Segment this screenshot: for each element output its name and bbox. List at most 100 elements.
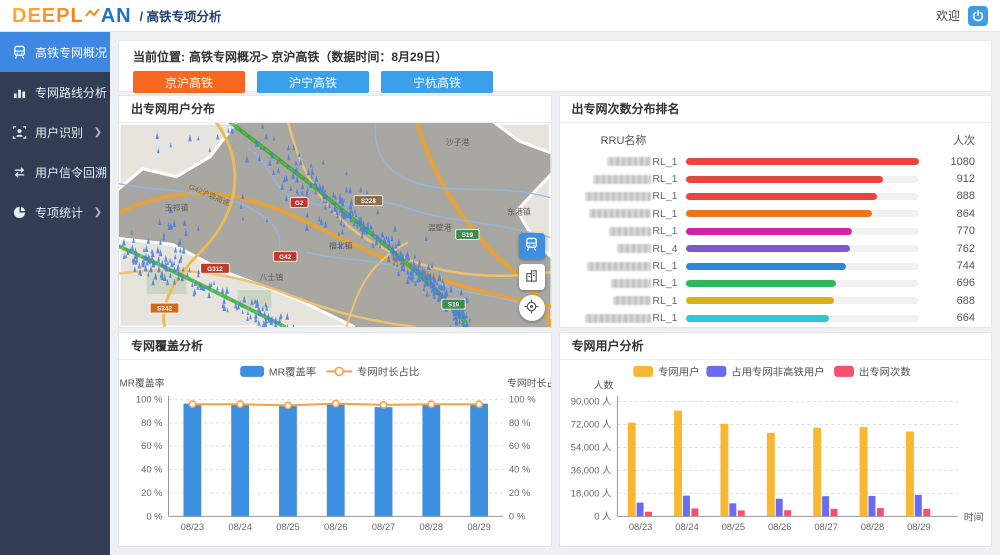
svg-text:36,000 人: 36,000 人 xyxy=(570,464,611,475)
sidebar-item-0[interactable]: 高铁专网概况 xyxy=(0,32,110,72)
svg-text:08/29: 08/29 xyxy=(467,521,491,532)
ranking-row: RL_1888 xyxy=(570,188,976,205)
rank-bar xyxy=(686,176,883,183)
ranking-row: RL_1688 xyxy=(570,292,976,309)
svg-text:0 人: 0 人 xyxy=(594,510,612,521)
ranking-row: RL_1744 xyxy=(570,257,976,274)
page-title: / 高铁专项分析 xyxy=(140,6,222,25)
breadcrumb-path: 高铁专网概况> 京沪高铁（数据时间：8月29日） xyxy=(189,50,447,64)
rail-line-button-2[interactable]: 宁杭高铁 xyxy=(381,71,493,93)
breadcrumb-card: 当前位置:高铁专网概况> 京沪高铁（数据时间：8月29日） 京沪高铁沪宁高铁宁杭… xyxy=(118,40,992,92)
coverage-bar xyxy=(470,404,488,517)
station-layer-button[interactable] xyxy=(519,264,545,290)
sidebar-item-4[interactable]: 专项统计❯ xyxy=(0,192,110,232)
ranking-header-row: RRU名称 人次 xyxy=(570,129,976,151)
svg-text:S228: S228 xyxy=(361,198,376,205)
main-content: 当前位置:高铁专网概况> 京沪高铁（数据时间：8月29日） 京沪高铁沪宁高铁宁杭… xyxy=(110,32,1000,555)
coverage-bar xyxy=(183,404,201,517)
redacted-name xyxy=(613,296,651,305)
users-bar-1 xyxy=(822,496,829,516)
app-logo: DEEPLAN / 高铁专项分析 xyxy=(12,6,222,26)
coverage-line-point xyxy=(476,401,482,407)
power-icon xyxy=(972,10,984,22)
rank-bar xyxy=(686,263,847,270)
sidebar-item-1[interactable]: 专网路线分析 xyxy=(0,72,110,112)
ranking-panel: 出专网次数分布排名 RRU名称 人次 RL_11080RL_1912RL_188… xyxy=(559,95,993,328)
users-bar-1 xyxy=(868,496,875,516)
coverage-line-point xyxy=(380,402,386,408)
svg-text:72,000 人: 72,000 人 xyxy=(570,418,611,429)
svg-text:08/26: 08/26 xyxy=(324,521,348,532)
map-town-label: 玉祁镇 xyxy=(165,203,189,213)
svg-text:人数: 人数 xyxy=(593,379,613,392)
svg-text:08/27: 08/27 xyxy=(814,521,838,532)
rank-bar-track xyxy=(686,280,920,287)
rank-bar xyxy=(686,193,878,200)
redacted-name xyxy=(611,279,651,288)
rank-bar-track xyxy=(686,158,920,165)
coverage-chart: 0 %0 %20 %20 %40 %40 %60 %60 %80 %80 %10… xyxy=(119,360,551,546)
coverage-line-point xyxy=(333,400,339,406)
coverage-bar xyxy=(327,403,345,516)
coverage-bar xyxy=(231,404,249,516)
user-id-icon xyxy=(12,125,28,139)
svg-text:08/24: 08/24 xyxy=(228,521,252,532)
redacted-name xyxy=(607,157,651,166)
coverage-bar xyxy=(422,404,440,516)
logout-power-button[interactable] xyxy=(968,6,988,26)
rru-name: RL_1 xyxy=(570,156,678,168)
users-bar-0 xyxy=(813,428,821,517)
rru-name: RL_4 xyxy=(570,243,678,255)
svg-text:MR覆盖率: MR覆盖率 xyxy=(269,365,316,378)
users-bar-0 xyxy=(674,410,682,516)
rank-bar xyxy=(686,245,851,252)
rank-bar xyxy=(686,210,873,217)
redacted-name xyxy=(587,262,651,271)
svg-text:G2: G2 xyxy=(295,200,304,207)
users-bar-2 xyxy=(830,509,837,517)
redacted-name xyxy=(585,314,651,323)
users-bar-1 xyxy=(636,503,643,517)
rank-bar xyxy=(686,158,920,165)
rail-line-button-1[interactable]: 沪宁高铁 xyxy=(257,71,369,93)
train-layer-icon xyxy=(524,237,539,255)
rru-name: RL_1 xyxy=(570,260,678,272)
users-bar-2 xyxy=(691,508,698,516)
svg-text:54,000 人: 54,000 人 xyxy=(570,441,611,452)
rank-bar-track xyxy=(686,315,920,322)
sidebar-item-2[interactable]: 用户识别❯ xyxy=(0,112,110,152)
rru-name: RL_1 xyxy=(570,312,678,324)
redacted-name xyxy=(589,209,651,218)
users-bar-2 xyxy=(645,512,652,517)
rank-value: 762 xyxy=(929,243,975,255)
svg-text:08/23: 08/23 xyxy=(628,521,652,532)
rru-name: RL_1 xyxy=(570,295,678,307)
rank-bar xyxy=(686,315,830,322)
users-bar-2 xyxy=(923,509,930,517)
sidebar-item-label: 高铁专网概况 xyxy=(35,44,107,61)
rank-bar-track xyxy=(686,263,920,270)
users-bar-1 xyxy=(683,496,690,517)
ranking-value-header: 人次 xyxy=(929,132,975,148)
rank-value: 696 xyxy=(929,277,975,289)
rank-bar-track xyxy=(686,210,920,217)
users-bar-0 xyxy=(766,433,774,517)
svg-text:08/29: 08/29 xyxy=(907,521,931,532)
map-panel-title: 出专网用户分布 xyxy=(119,96,551,123)
map-canvas[interactable]: S228S19S19G2G42G312S342沙子港温壁港福北镇玉祁镇东港镇八士… xyxy=(119,123,551,327)
svg-text:S342: S342 xyxy=(157,306,172,313)
coverage-line-point xyxy=(285,402,291,408)
station-layer-icon xyxy=(524,268,539,286)
svg-text:专网时长占比: 专网时长占比 xyxy=(357,365,419,378)
train-layer-button[interactable] xyxy=(519,233,545,259)
svg-text:80 %: 80 % xyxy=(509,417,531,428)
sidebar-item-label: 用户识别 xyxy=(35,124,94,141)
svg-text:40 %: 40 % xyxy=(509,464,531,475)
locate-button[interactable] xyxy=(519,295,545,321)
svg-text:60 %: 60 % xyxy=(509,440,531,451)
users-bar-1 xyxy=(729,503,736,516)
rail-line-button-0[interactable]: 京沪高铁 xyxy=(133,71,245,93)
pie-chart-icon xyxy=(12,205,28,219)
sidebar-item-3[interactable]: 用户信令回溯 xyxy=(0,152,110,192)
svg-text:专网时长占比: 专网时长占比 xyxy=(507,377,551,390)
